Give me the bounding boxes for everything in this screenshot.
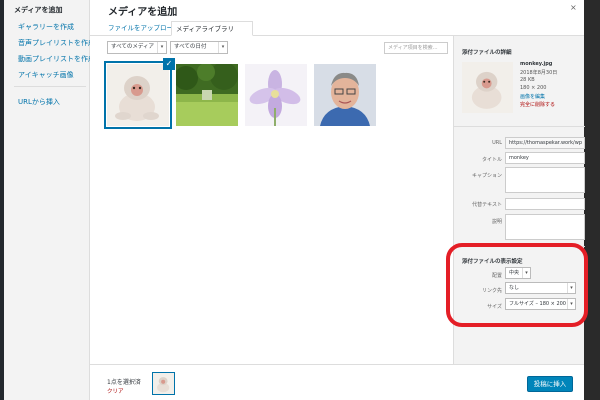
media-type-filter[interactable]: すべてのメディア ▾ [107, 41, 167, 54]
close-icon[interactable]: × [570, 3, 577, 12]
media-frame-menu: メディアを追加 ギャラリーを作成 音声プレイリストを作成 動画プレイリストを作成… [4, 0, 95, 400]
clear-selection-link[interactable]: クリア [107, 387, 124, 395]
date-filter-value: すべての日付 [174, 44, 207, 50]
edit-image-link[interactable]: 画像を編集 [520, 93, 545, 100]
file-size: 28 KB [520, 77, 535, 83]
checkmark-icon[interactable]: ✓ [163, 58, 175, 70]
media-toolbar: 1点を選択済 クリア 投稿に挿入 [90, 364, 584, 400]
details-separator [454, 126, 585, 127]
selection-count: 1点を選択済 [107, 379, 141, 386]
monkey-image [153, 373, 174, 394]
media-modal: メディアを追加 × ファイルをアップロード メディアライブラリ すべてのメディア… [90, 0, 585, 400]
details-heading: 添付ファイルの詳細 [462, 50, 512, 56]
attachment-thumbnail-portrait[interactable] [314, 64, 376, 126]
selection-thumbnail[interactable] [152, 372, 175, 395]
url-field[interactable]: https://thomaspekar.work/wp [505, 137, 585, 149]
alt-text-label: 代替テキスト [472, 202, 502, 208]
modal-title: メディアを追加 [108, 7, 178, 18]
menu-item-insert-from-url[interactable]: URLから挿入 [18, 97, 60, 107]
chevron-down-icon: ▾ [157, 42, 166, 53]
caption-label: キャプション [471, 173, 502, 179]
menu-title: メディアを追加 [14, 6, 63, 14]
monkey-image [107, 64, 169, 126]
details-thumbnail [462, 62, 513, 113]
description-field[interactable] [505, 214, 585, 240]
attachment-thumbnail-park[interactable] [174, 62, 238, 126]
menu-item-video-playlist[interactable]: 動画プレイリストを作成 [18, 54, 95, 64]
file-name: monkey.jpg [520, 61, 553, 67]
menu-separator [14, 86, 86, 87]
media-type-filter-value: すべてのメディア [111, 44, 155, 50]
background-strip [584, 0, 600, 400]
description-label: 説明 [491, 219, 502, 225]
title-label: タイトル [481, 157, 502, 163]
date-filter[interactable]: すべての日付 ▾ [170, 41, 228, 54]
insert-into-post-button[interactable]: 投稿に挿入 [527, 376, 573, 392]
upload-date: 2018年8月30日 [520, 70, 558, 76]
attachment-thumbnail-flower[interactable] [245, 64, 307, 126]
caption-field[interactable] [505, 167, 585, 193]
attachment-thumbnail-monkey[interactable]: ✓ [104, 58, 175, 129]
tab-media-library[interactable]: メディアライブラリ [171, 21, 253, 36]
portrait-image [314, 64, 376, 126]
park-image [174, 62, 238, 126]
alt-text-field[interactable] [505, 198, 585, 210]
title-field[interactable]: monkey [505, 152, 585, 164]
menu-item-featured-image[interactable]: アイキャッチ画像 [18, 70, 74, 80]
url-label: URL [492, 140, 502, 146]
flower-image [245, 64, 307, 126]
monkey-image [462, 62, 513, 113]
menu-item-create-gallery[interactable]: ギャラリーを作成 [18, 22, 74, 32]
highlight-annotation [446, 243, 588, 327]
chevron-down-icon: ▾ [218, 42, 227, 53]
menu-item-audio-playlist[interactable]: 音声プレイリストを作成 [18, 38, 95, 48]
media-search-input[interactable]: メディア項目を検索… [384, 42, 448, 54]
image-dimensions: 180 × 200 [520, 85, 547, 91]
delete-permanently-link[interactable]: 完全に削除する [520, 101, 555, 108]
